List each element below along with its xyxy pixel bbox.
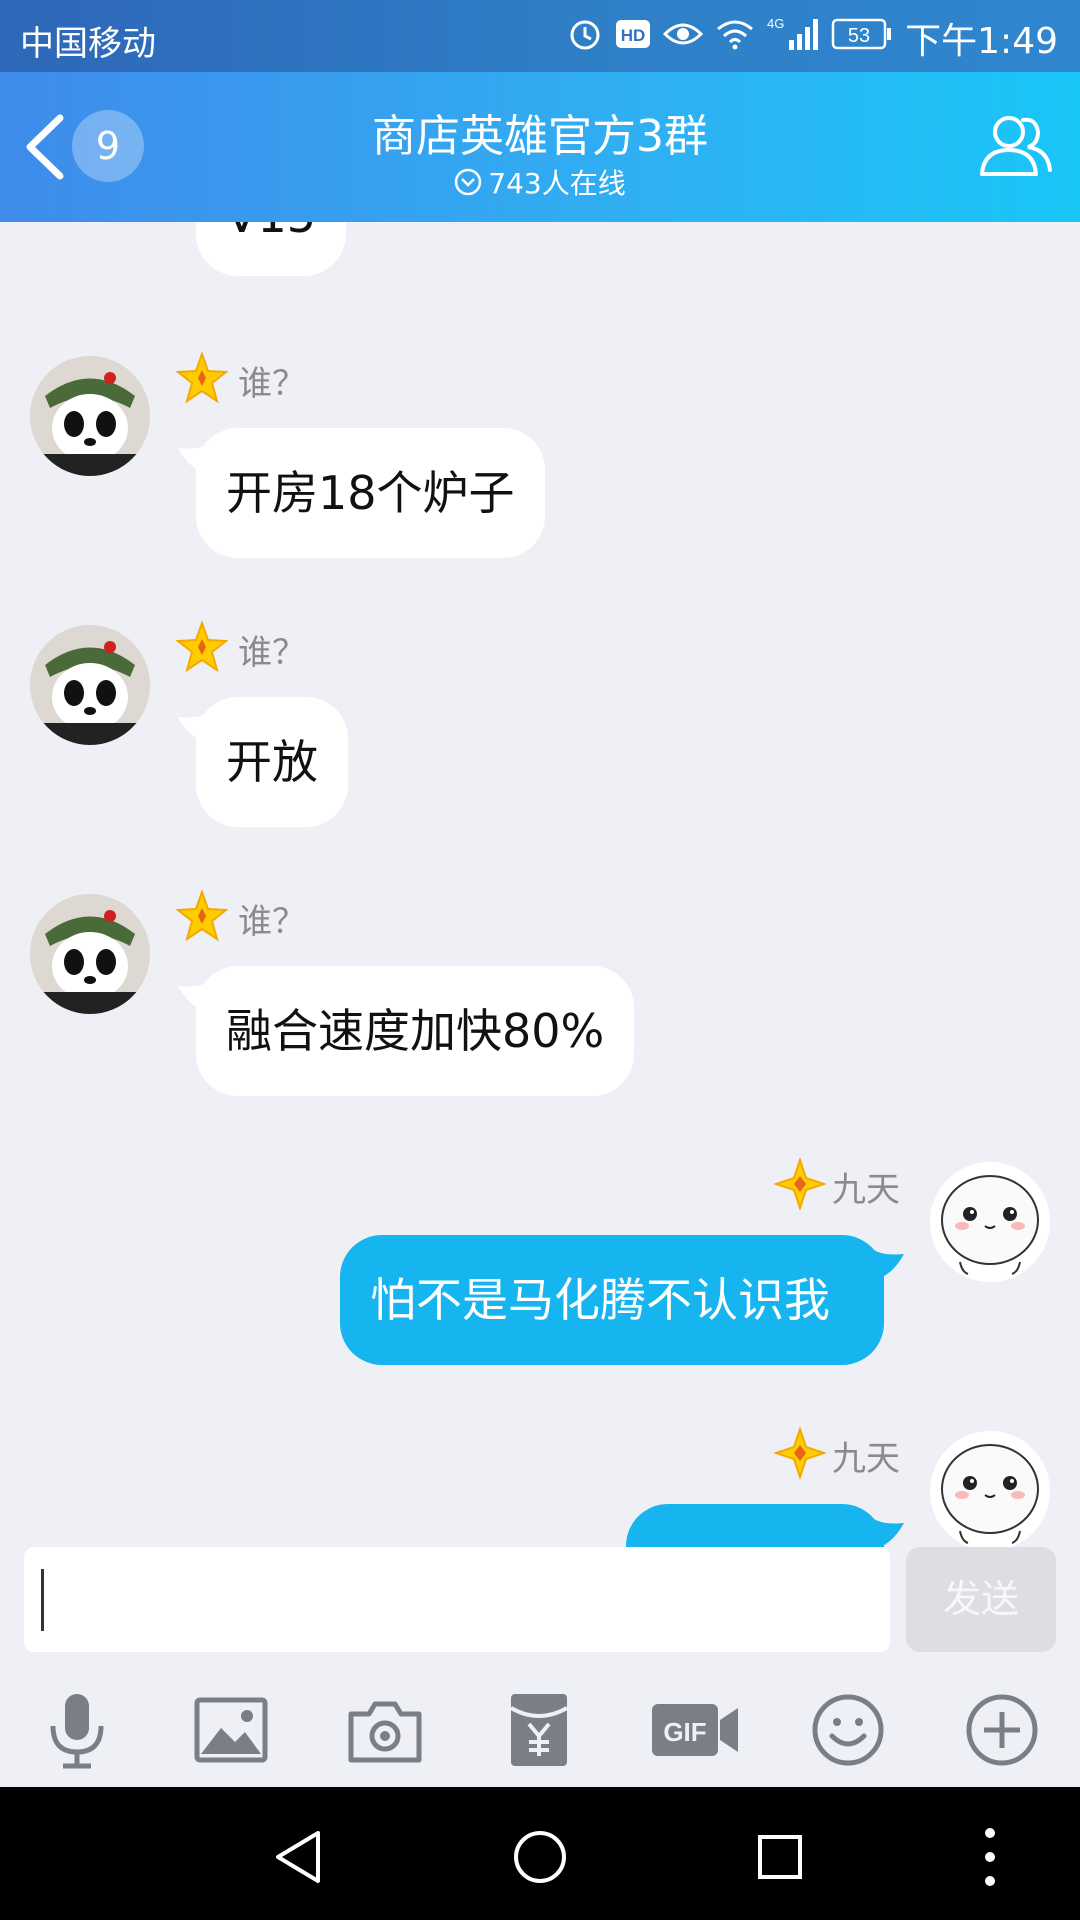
system-back-button[interactable]: [270, 1827, 330, 1887]
avatar[interactable]: [30, 625, 150, 745]
avatar[interactable]: [930, 1162, 1050, 1282]
panda-avatar-icon: [30, 894, 150, 1014]
triangle-back-icon: [276, 1831, 320, 1883]
message-bubble[interactable]: 开放: [196, 697, 348, 827]
svg-text:53: 53: [848, 25, 870, 47]
avatar[interactable]: [30, 894, 150, 1014]
message-input[interactable]: [24, 1547, 890, 1652]
chevron-down-icon: [454, 168, 482, 203]
circle-home-icon: [514, 1831, 566, 1883]
message-list[interactable]: V15 谁？ 开房18个炉子 谁？: [0, 222, 1080, 1547]
message-text: 怕不是马化腾不认识我: [370, 1273, 830, 1327]
vip-diamond-icon: [774, 1427, 826, 1479]
message-text: 融合速度加快80%: [226, 1004, 605, 1058]
voice-button[interactable]: [37, 1690, 117, 1770]
group-icon: [980, 116, 1052, 176]
sender-name: 谁？: [238, 902, 306, 942]
message-bubble[interactable]: [626, 1504, 884, 1547]
message-bubble[interactable]: 融合速度加快80%: [196, 966, 635, 1096]
vip-star-icon: [176, 621, 228, 673]
alarm-icon: [567, 16, 603, 61]
clock: 下午1:49: [905, 21, 1058, 62]
smiley-avatar-icon: [930, 1162, 1050, 1282]
message-bubble[interactable]: 怕不是马化腾不认识我: [340, 1235, 884, 1365]
online-count-label: 743人在线: [488, 167, 626, 200]
input-toolbar: GIF: [0, 1670, 1080, 1787]
status-icons: HD 4G 53 下午1:49: [567, 12, 1058, 64]
emoji-icon: [812, 1694, 884, 1766]
svg-text:4G: 4G: [767, 16, 784, 31]
battery-icon: 53: [831, 17, 893, 60]
red-packet-icon: [510, 1694, 568, 1766]
sender-name: 谁？: [238, 633, 306, 673]
avatar[interactable]: [930, 1431, 1050, 1547]
avatar[interactable]: [30, 356, 150, 476]
online-count[interactable]: 743人在线: [0, 162, 1080, 203]
group-members-button[interactable]: [976, 106, 1056, 186]
photo-button[interactable]: [191, 1690, 271, 1770]
vip-star-icon: [176, 352, 228, 404]
message-bubble[interactable]: V15: [196, 222, 347, 276]
panda-avatar-icon: [30, 625, 150, 745]
vip-diamond-icon: [774, 1158, 826, 1210]
smiley-avatar-icon: [930, 1431, 1050, 1547]
sender-name: 谁？: [238, 364, 306, 404]
message-text: 开房18个炉子: [226, 466, 515, 520]
sender-name: 九天: [832, 1439, 900, 1479]
more-button[interactable]: [962, 1690, 1042, 1770]
system-recents-button[interactable]: [750, 1827, 810, 1887]
status-bar: 中国移动 HD 4G 53 下午1:49: [0, 0, 1080, 72]
send-button[interactable]: 发送: [906, 1547, 1056, 1652]
gif-icon: GIF: [652, 1704, 738, 1756]
bubble-tail: [874, 1250, 904, 1280]
message-text: V15: [226, 222, 316, 243]
microphone-icon: [50, 1694, 104, 1769]
image-icon: [194, 1697, 268, 1763]
wifi-icon: [715, 18, 755, 59]
signal-icon: 4G: [767, 16, 819, 61]
gif-button[interactable]: GIF: [650, 1690, 740, 1770]
vip-star-icon: [176, 890, 228, 942]
composer: 发送: [0, 1547, 1080, 1670]
camera-button[interactable]: [345, 1690, 425, 1770]
camera-icon: [348, 1701, 422, 1763]
carrier-label: 中国移动: [20, 24, 156, 64]
panda-avatar-icon: [30, 356, 150, 476]
eye-icon: [663, 18, 704, 58]
red-packet-button[interactable]: [499, 1690, 579, 1770]
emoji-button[interactable]: [808, 1690, 888, 1770]
bubble-tail: [874, 1519, 904, 1547]
system-home-button[interactable]: [510, 1827, 570, 1887]
page-title: 商店英雄官方3群: [372, 111, 708, 162]
system-menu-button[interactable]: [960, 1827, 1020, 1887]
svg-text:GIF: GIF: [663, 1717, 706, 1747]
hd-icon: HD: [615, 18, 651, 59]
system-navigation-bar: [0, 1787, 1080, 1920]
square-recents-icon: [758, 1835, 802, 1879]
more-vertical-icon: [985, 1828, 995, 1886]
plus-icon: [966, 1694, 1038, 1766]
svg-text:HD: HD: [621, 26, 646, 45]
text-caret: [41, 1569, 44, 1631]
message-text: 开放: [226, 735, 318, 789]
sender-name: 九天: [832, 1170, 900, 1210]
chat-header: 9 商店英雄官方3群 743人在线: [0, 72, 1080, 222]
message-bubble[interactable]: 开房18个炉子: [196, 428, 545, 558]
